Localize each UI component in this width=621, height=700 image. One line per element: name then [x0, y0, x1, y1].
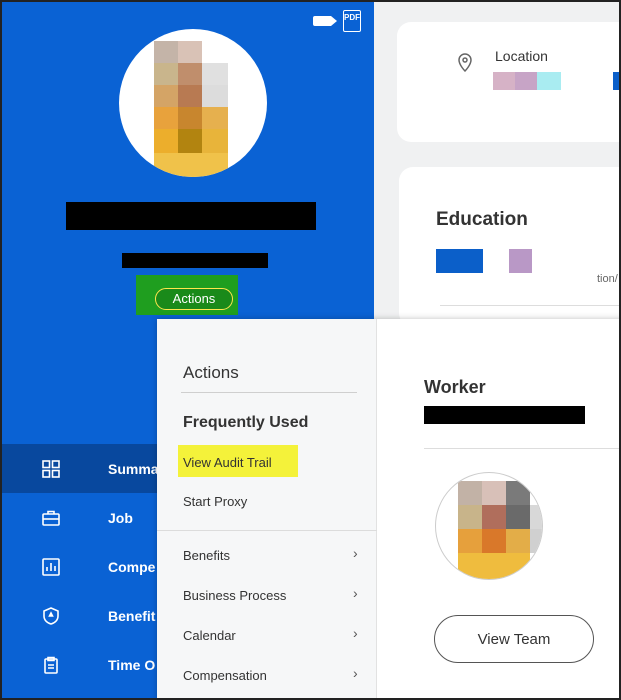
worker-name-redaction: [424, 406, 585, 424]
menu-heading: Actions: [183, 363, 239, 382]
nav-item-time-off[interactable]: Time O: [2, 640, 162, 689]
education-card: Education tion/: [399, 167, 619, 327]
view-audit-trail-link[interactable]: View Audit Trail: [183, 455, 272, 470]
frequently-used-heading: Frequently Used: [183, 414, 309, 431]
divider: [157, 530, 377, 531]
menu-item-business-process[interactable]: Business Process: [183, 588, 286, 603]
actions-button[interactable]: Actions: [155, 288, 233, 310]
menu-item-calendar[interactable]: Calendar: [183, 628, 236, 643]
name-redaction: [66, 202, 316, 230]
title-redaction: [122, 253, 268, 268]
worker-avatar: [435, 472, 543, 580]
location-value-blue: [613, 72, 619, 90]
actions-popup: Actions Frequently Used View Audit Trail…: [157, 319, 619, 698]
nav-item-job[interactable]: Job: [2, 493, 162, 542]
chevron-right-icon: ›: [353, 625, 358, 641]
location-value-pixelated: [493, 72, 561, 90]
view-team-button[interactable]: View Team: [434, 615, 594, 663]
grid-icon: [42, 459, 60, 478]
location-card: Location: [397, 22, 619, 142]
education-title: Education: [436, 209, 528, 230]
divider: [424, 448, 619, 449]
nav-label: Job: [108, 509, 133, 526]
education-fragment: tion/: [597, 273, 618, 285]
menu-item-benefits[interactable]: Benefits: [183, 548, 230, 563]
location-pin-icon: [458, 53, 472, 72]
chevron-right-icon: ›: [353, 585, 358, 601]
nav-label: Benefit: [108, 607, 156, 624]
briefcase-icon: [42, 510, 60, 526]
pdf-icon[interactable]: PDF: [343, 10, 361, 32]
education-swatch-blue: [436, 249, 483, 273]
nav-label: Time O: [108, 656, 156, 673]
worker-pane: Worker View Team C V (: [377, 319, 619, 698]
clipboard-icon: [44, 656, 58, 674]
menu-item-compensation[interactable]: Compensation: [183, 668, 267, 683]
avatar: [119, 29, 267, 177]
nav-item-benefits[interactable]: Benefit: [2, 591, 162, 640]
actions-menu: Actions Frequently Used View Audit Trail…: [157, 319, 377, 698]
tag-icon[interactable]: [313, 16, 337, 26]
divider: [440, 305, 619, 306]
start-proxy-link[interactable]: Start Proxy: [183, 494, 247, 509]
nav-item-summary[interactable]: Summa: [2, 444, 162, 493]
chart-icon: [42, 557, 60, 576]
shield-icon: [43, 606, 59, 625]
education-swatch-purple: [509, 249, 532, 273]
screen: PDF Actions Summa Job Compe Benefit Time…: [0, 0, 621, 700]
worker-title: Worker: [424, 377, 486, 397]
left-nav: Summa Job Compe Benefit Time O: [2, 444, 162, 689]
chevron-right-icon: ›: [353, 665, 358, 681]
location-label: Location: [495, 48, 548, 64]
nav-label: Summa: [108, 460, 159, 477]
nav-item-compensation[interactable]: Compe: [2, 542, 162, 591]
nav-label: Compe: [108, 558, 156, 575]
chevron-right-icon: ›: [353, 545, 358, 561]
divider: [181, 392, 357, 393]
